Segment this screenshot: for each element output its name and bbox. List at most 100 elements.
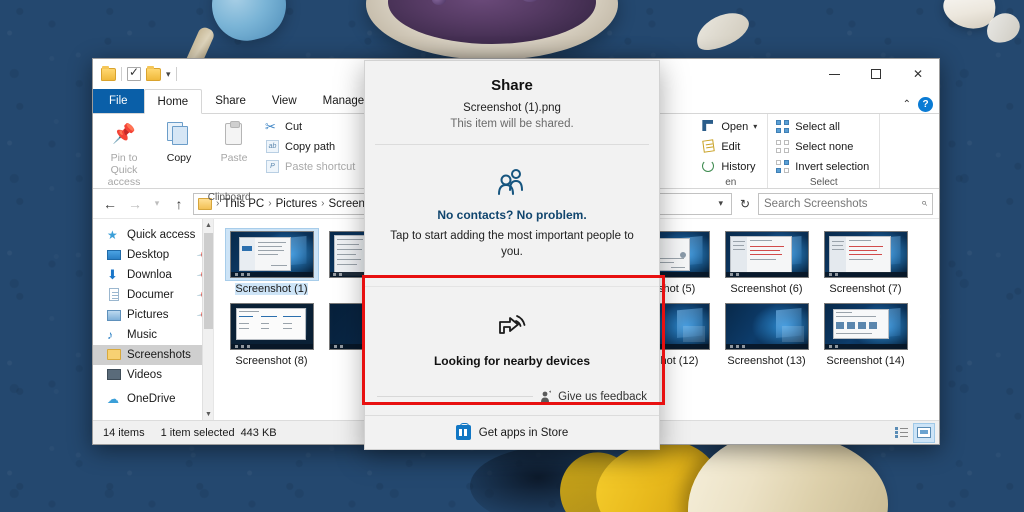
recent-locations-icon[interactable]: ▾ [149, 193, 165, 215]
select-none-icon [775, 139, 790, 154]
invert-selection-button[interactable]: Invert selection [773, 157, 874, 176]
scrollbar-thumb[interactable] [204, 233, 213, 329]
thumbnail [823, 303, 908, 350]
give-feedback-link[interactable]: Give us feedback [558, 391, 647, 403]
divider [175, 67, 177, 81]
large-icons-view-icon[interactable] [913, 422, 935, 443]
window-controls: ✕ [813, 59, 939, 89]
open-button[interactable]: Open ▾ [699, 117, 762, 136]
sidebar-item-pictures[interactable]: Pictures 📌 [93, 305, 213, 325]
ribbon-group-select: Select all Select none Invert selection [768, 114, 881, 188]
navigation-pane: ★ Quick access Desktop 📌 ⬇ Downloa 📌 Doc… [93, 219, 213, 420]
new-folder-icon[interactable] [146, 65, 161, 81]
edit-button[interactable]: Edit [699, 137, 762, 156]
open-label: Open [721, 120, 749, 133]
clipboard-group-title: Clipboard [207, 192, 251, 204]
select-group-title: Select [809, 177, 838, 188]
star-icon: ★ [107, 228, 118, 242]
folder-icon[interactable] [101, 65, 116, 81]
search-icon[interactable]: ⌕ [921, 197, 927, 210]
scroll-down-arrow-icon[interactable]: ▼ [203, 408, 213, 420]
chevron-down-icon[interactable]: ▾ [753, 122, 757, 131]
contacts-subtitle: Tap to start adding the most important p… [390, 230, 634, 258]
tab-file[interactable]: File [93, 89, 144, 113]
up-arrow-icon[interactable]: ↑ [168, 193, 190, 215]
pictures-icon [107, 308, 121, 322]
copy-icon [164, 120, 194, 150]
thumbnail [229, 303, 314, 350]
documents-icon [107, 288, 121, 302]
chevron-down-icon[interactable]: ▾ [714, 198, 727, 209]
back-arrow-icon[interactable]: ← [99, 193, 121, 215]
contacts-section[interactable]: No contacts? No problem. Tap to start ad… [365, 145, 659, 286]
minimize-icon[interactable] [813, 59, 855, 89]
ribbon-group-spacer [880, 114, 939, 188]
search-input[interactable]: Search Screenshots ⌕ [758, 192, 933, 215]
help-icon[interactable]: ? [918, 97, 933, 112]
contacts-title: No contacts? No problem. [437, 208, 587, 222]
select-none-button[interactable]: Select none [773, 137, 874, 156]
sidebar-item-desktop[interactable]: Desktop 📌 [93, 245, 213, 265]
tab-share[interactable]: Share [202, 89, 259, 113]
file-item[interactable]: Screenshot (6) [717, 227, 816, 299]
select-all-label: Select all [795, 120, 840, 133]
get-apps-in-store-label: Get apps in Store [478, 426, 569, 439]
pin-icon: 📌 [112, 124, 136, 145]
chevron-up-icon[interactable]: ⌃ [903, 99, 911, 110]
forward-arrow-icon[interactable]: → [124, 193, 146, 215]
copy-path-button[interactable]: ab Copy path [263, 137, 360, 156]
copy-button[interactable]: Copy [153, 117, 205, 167]
close-icon[interactable]: ✕ [897, 59, 939, 89]
sidebar-item-label: Downloa [127, 269, 172, 281]
open-group-title: en [725, 177, 737, 188]
sidebar-item-videos[interactable]: Videos [93, 365, 213, 385]
sidebar-item-screenshots[interactable]: Screenshots [93, 345, 213, 365]
scissors-icon: ✂ [265, 119, 276, 134]
history-icon [701, 159, 716, 174]
selection-size: 443 KB [240, 426, 277, 439]
file-name: Screenshot (8) [235, 355, 308, 367]
tab-view[interactable]: View [259, 89, 310, 113]
file-item[interactable]: Screenshot (8) [222, 299, 321, 371]
sidebar-item-quick-access[interactable]: ★ Quick access [93, 225, 213, 245]
navigation-pane-scrollbar[interactable]: ▲ ▼ [202, 219, 213, 420]
nearby-devices-title: Looking for nearby devices [433, 354, 591, 369]
edit-icon [701, 139, 716, 154]
select-all-button[interactable]: Select all [773, 117, 874, 136]
scroll-up-arrow-icon[interactable]: ▲ [203, 219, 213, 231]
select-commands: Select all Select none Invert selection [773, 117, 874, 176]
sidebar-item-onedrive[interactable]: ☁ OneDrive [93, 389, 213, 409]
get-apps-in-store-button[interactable]: Get apps in Store [365, 415, 659, 449]
feedback-person-icon [539, 390, 552, 403]
properties-checkbox-icon[interactable] [127, 65, 141, 81]
invert-selection-label: Invert selection [795, 160, 870, 173]
file-item[interactable]: Screenshot (14) [816, 299, 915, 371]
file-item[interactable]: Screenshot (7) [816, 227, 915, 299]
cut-button[interactable]: ✂ Cut [263, 117, 360, 136]
file-item[interactable]: Screenshot (13) [717, 299, 816, 371]
copy-path-icon: ab [265, 139, 280, 154]
share-flyout: Share Screenshot (1).png This item will … [364, 60, 660, 450]
thumbnail [724, 303, 809, 350]
chevron-down-icon[interactable]: ▾ [166, 69, 171, 80]
sidebar-item-documents[interactable]: Documer 📌 [93, 285, 213, 305]
sidebar-item-label: Quick access [127, 229, 196, 241]
refresh-icon[interactable]: ↻ [735, 193, 755, 215]
thumbnail [229, 231, 314, 278]
maximize-icon[interactable] [855, 59, 897, 89]
open-icon [701, 119, 716, 134]
nearby-devices-section[interactable]: Looking for nearby devices Give us feedb… [365, 286, 659, 415]
view-mode-buttons [890, 422, 935, 443]
sidebar-item-music[interactable]: ♪ Music [93, 325, 213, 345]
tab-home[interactable]: Home [143, 89, 203, 114]
pin-to-quick-access-button[interactable]: 📌 Pin to Quick access [98, 117, 150, 191]
paste-button[interactable]: Paste [208, 117, 260, 167]
sidebar-item-downloads[interactable]: ⬇ Downloa 📌 [93, 265, 213, 285]
file-item[interactable]: Screenshot (1) [222, 227, 321, 299]
details-view-icon[interactable] [890, 423, 912, 443]
paste-shortcut-button[interactable]: P Paste shortcut [263, 157, 360, 176]
history-label: History [721, 160, 756, 173]
sidebar-item-label: Videos [127, 369, 162, 381]
breadcrumb-pictures[interactable]: Pictures [276, 198, 318, 210]
history-button[interactable]: History [699, 157, 762, 176]
